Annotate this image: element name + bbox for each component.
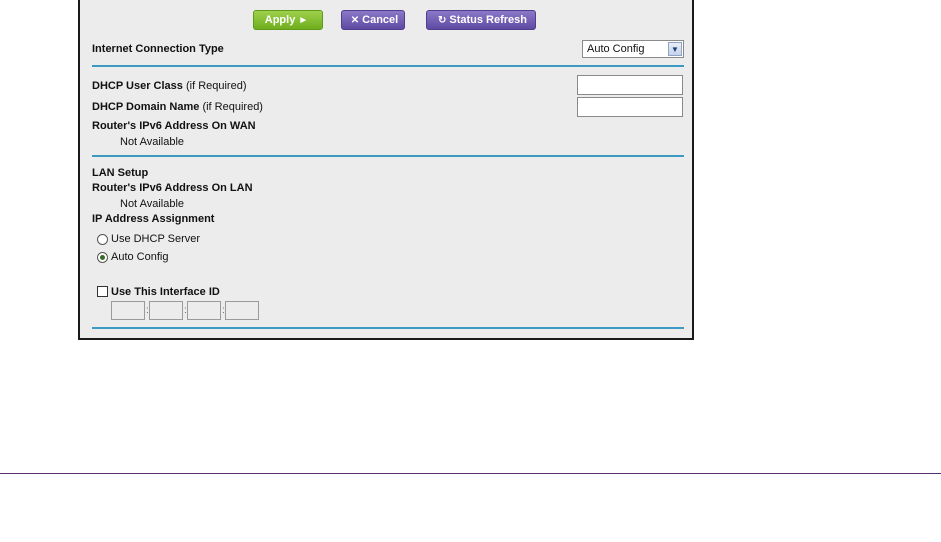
use-dhcp-server-label: Use DHCP Server: [111, 233, 201, 245]
connection-type-label: Internet Connection Type: [92, 43, 224, 55]
interface-id-field-3[interactable]: [187, 301, 221, 320]
refresh-icon: ↻: [437, 14, 447, 26]
dhcp-domain-name-label-text: DHCP Domain Name: [92, 101, 200, 113]
dhcp-domain-name-input[interactable]: [577, 97, 683, 117]
section-divider: [92, 155, 684, 157]
apply-label: Apply: [264, 14, 296, 26]
auto-config-label: Auto Config: [111, 251, 169, 263]
interface-id-field-1[interactable]: [111, 301, 145, 320]
interface-id-field-4[interactable]: [225, 301, 259, 320]
lan-setup-title: LAN Setup: [92, 167, 149, 179]
auto-config-radio[interactable]: [97, 252, 108, 263]
page-rule: [0, 473, 941, 474]
apply-button[interactable]: Apply ►: [253, 10, 323, 30]
use-dhcp-server-radio[interactable]: [97, 234, 108, 245]
status-refresh-label: Status Refresh: [449, 14, 528, 26]
section-divider: [92, 327, 684, 329]
dhcp-domain-name-label: DHCP Domain Name (if Required): [92, 101, 263, 113]
use-interface-id-label: Use This Interface ID: [111, 286, 220, 298]
ipv6-lan-value: Not Available: [120, 198, 185, 210]
dhcp-user-class-label-text: DHCP User Class: [92, 80, 183, 92]
ipv6-wan-label: Router's IPv6 Address On WAN: [92, 120, 256, 132]
interface-id-field-2[interactable]: [149, 301, 183, 320]
dhcp-domain-name-hint: (if Required): [202, 101, 263, 113]
ipv6-settings-panel: Apply ► ✕ Cancel ↻ Status Refresh Intern…: [78, 0, 694, 340]
dhcp-user-class-label: DHCP User Class (if Required): [92, 80, 247, 92]
ipv6-wan-value: Not Available: [120, 136, 185, 148]
status-refresh-button[interactable]: ↻ Status Refresh: [426, 10, 536, 30]
cancel-button[interactable]: ✕ Cancel: [341, 10, 405, 30]
use-interface-id-checkbox[interactable]: [97, 286, 108, 297]
dhcp-user-class-hint: (if Required): [185, 80, 247, 92]
connection-type-select[interactable]: Auto Config ▼: [582, 40, 684, 58]
dhcp-user-class-input[interactable]: [577, 75, 683, 95]
connection-type-value: Auto Config: [587, 43, 645, 55]
cancel-label: Cancel: [362, 14, 399, 26]
chevron-down-icon: ▼: [668, 42, 682, 56]
ip-assignment-label: IP Address Assignment: [92, 213, 215, 225]
play-icon: ►: [298, 14, 309, 26]
section-divider: [92, 65, 684, 67]
close-icon: ✕: [350, 14, 360, 26]
ipv6-lan-label: Router's IPv6 Address On LAN: [92, 182, 253, 194]
